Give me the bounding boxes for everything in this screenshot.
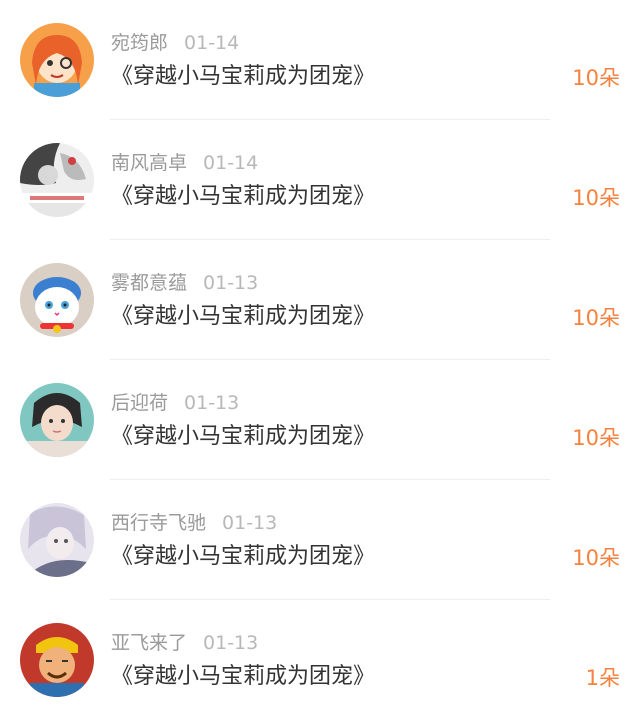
user-name[interactable]: 亚飞来了 [111, 632, 187, 654]
gift-date: 01-13 [222, 512, 278, 534]
gift-date: 01-14 [203, 152, 259, 174]
gift-row[interactable]: 雾都意蕴 01-13 《穿越小马宝莉成为团宠》 10朵 [0, 240, 640, 360]
cartoon-girl-avatar[interactable] [20, 23, 94, 97]
girl-photo-avatar[interactable] [20, 383, 94, 457]
flower-count: 10朵 [572, 186, 620, 210]
user-name[interactable]: 后迎荷 [111, 392, 168, 414]
book-title[interactable]: 《穿越小马宝莉成为团宠》 [111, 60, 375, 94]
gift-meta: 宛筠郎 01-14 [111, 28, 239, 58]
flower-count: 10朵 [572, 426, 620, 450]
user-name[interactable]: 西行寺飞驰 [111, 512, 206, 534]
book-title[interactable]: 《穿越小马宝莉成为团宠》 [111, 300, 375, 334]
book-title[interactable]: 《穿越小马宝莉成为团宠》 [111, 180, 375, 214]
gift-row[interactable]: 宛筠郎 01-14 《穿越小马宝莉成为团宠》 10朵 [0, 0, 640, 120]
book-title[interactable]: 《穿越小马宝莉成为团宠》 [111, 420, 375, 454]
gift-row[interactable]: 南风高卓 01-14 《穿越小马宝莉成为团宠》 10朵 [0, 120, 640, 240]
gift-date: 01-13 [203, 272, 259, 294]
gift-row[interactable]: 亚飞来了 01-13 《穿越小马宝莉成为团宠》 1朵 [0, 600, 640, 720]
gift-meta: 西行寺飞驰 01-13 [111, 508, 277, 538]
gift-list: 宛筠郎 01-14 《穿越小马宝莉成为团宠》 10朵 南风高卓 01-14 《穿越小… [0, 0, 640, 720]
gift-date: 01-13 [184, 392, 240, 414]
cartoon-man-avatar[interactable] [20, 623, 94, 697]
gift-meta: 雾都意蕴 01-13 [111, 268, 258, 298]
flower-count: 1朵 [585, 666, 620, 690]
flower-count: 10朵 [572, 66, 620, 90]
user-name[interactable]: 雾都意蕴 [111, 272, 187, 294]
book-title[interactable]: 《穿越小马宝莉成为团宠》 [111, 660, 375, 694]
flower-count: 10朵 [572, 306, 620, 330]
gift-date: 01-13 [203, 632, 259, 654]
user-name[interactable]: 南风高卓 [111, 152, 187, 174]
gift-meta: 亚飞来了 01-13 [111, 628, 258, 658]
gift-date: 01-14 [184, 32, 240, 54]
photo-avatar[interactable] [20, 143, 94, 217]
book-title[interactable]: 《穿越小马宝莉成为团宠》 [111, 540, 375, 574]
cat-avatar[interactable] [20, 263, 94, 337]
anime-avatar[interactable] [20, 503, 94, 577]
gift-meta: 南风高卓 01-14 [111, 148, 258, 178]
user-name[interactable]: 宛筠郎 [111, 32, 168, 54]
flower-count: 10朵 [572, 546, 620, 570]
gift-row[interactable]: 西行寺飞驰 01-13 《穿越小马宝莉成为团宠》 10朵 [0, 480, 640, 600]
gift-meta: 后迎荷 01-13 [111, 388, 239, 418]
gift-row[interactable]: 后迎荷 01-13 《穿越小马宝莉成为团宠》 10朵 [0, 360, 640, 480]
